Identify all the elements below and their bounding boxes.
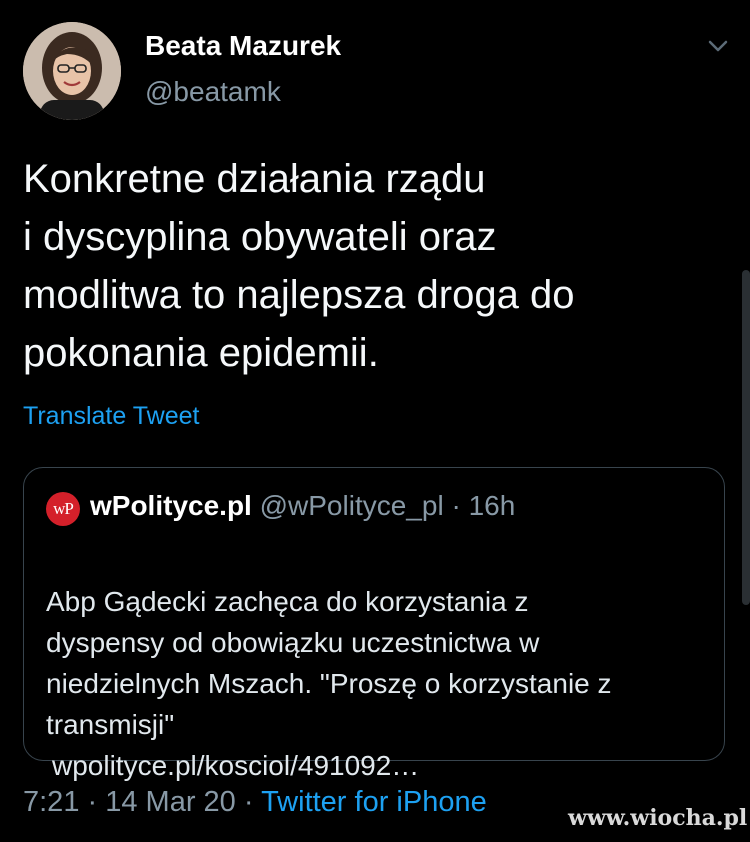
- scrollbar[interactable]: [742, 270, 750, 605]
- watermark: www.wiocha.pl: [568, 805, 748, 831]
- translate-tweet-link[interactable]: Translate Tweet: [23, 402, 199, 431]
- footer-separator-1: ·: [79, 786, 106, 818]
- tweet-date: 14 Mar 20: [105, 786, 236, 818]
- wpolityce-logo: wP: [46, 492, 80, 526]
- quoted-separator: ·: [443, 490, 469, 521]
- tweet-footer: 7:21 · 14 Mar 20 · Twitter for iPhone: [23, 786, 487, 819]
- quoted-author-handle: @wPolityce_pl: [259, 490, 444, 521]
- quoted-tweet[interactable]: wP wPolityce.pl @wPolityce_pl · 16h Abp …: [23, 467, 725, 781]
- quoted-tweet-body: Abp Gądecki zachęca do korzystania z dys…: [46, 540, 706, 827]
- tweet-source-link[interactable]: Twitter for iPhone: [261, 786, 487, 818]
- quoted-tweet-text: Abp Gądecki zachęca do korzystania z dys…: [46, 586, 612, 740]
- quoted-author-name: wPolityce.pl: [90, 490, 252, 521]
- author-name[interactable]: Beata Mazurek: [145, 30, 341, 62]
- quoted-tweet-link[interactable]: wpolityce.pl/kosciol/491092…: [46, 745, 706, 786]
- tweet-time: 7:21: [23, 786, 80, 818]
- avatar[interactable]: [23, 22, 121, 120]
- quoted-tweet-header: wPolityce.pl @wPolityce_pl · 16h: [90, 490, 515, 522]
- footer-separator-2: ·: [235, 786, 262, 818]
- author-handle[interactable]: @beatamk: [145, 76, 281, 108]
- quoted-time: 16h: [468, 490, 516, 521]
- chevron-down-icon[interactable]: [704, 36, 732, 56]
- tweet-text: Konkretne działania rządu i dyscyplina o…: [23, 157, 575, 375]
